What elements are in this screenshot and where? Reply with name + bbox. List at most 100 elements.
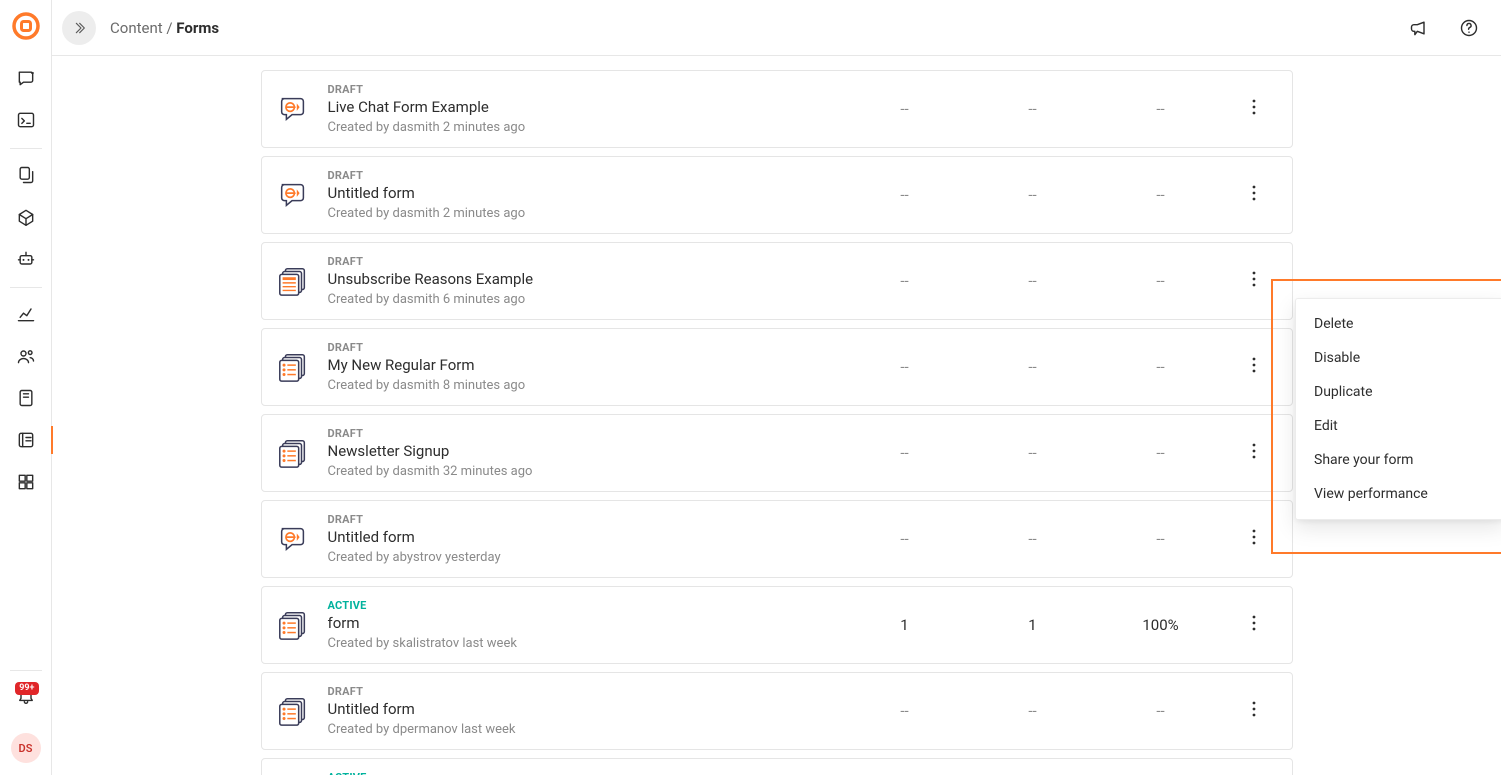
status-badge: DRAFT [328,255,832,268]
nav-package[interactable] [6,197,46,237]
form-title: Unsubscribe Reasons Example [328,270,832,288]
form-title: form [328,614,832,632]
form-meta: Created by dasmith 2 minutes ago [328,206,832,221]
form-row[interactable]: ACTIVE form Created by skalistratov last w… [261,586,1293,664]
form-row-text: DRAFTUnsubscribe Reasons ExampleCreated … [328,255,832,307]
metric-value: 1 [978,616,1088,634]
metric-value: -- [978,186,1088,204]
metric-value: -- [850,100,960,118]
status-badge: DRAFT [328,427,832,440]
row-menu-button[interactable] [1234,437,1274,469]
context-menu-item[interactable]: Disable [1296,341,1501,375]
stack-list-icon [276,350,310,384]
context-menu-item[interactable]: Share your form [1296,443,1501,477]
nav-notifications[interactable]: 99+ [6,677,46,717]
form-row-text: DRAFTNewsletter SignupCreated by dasmith… [328,427,832,479]
row-menu-button[interactable] [1234,265,1274,297]
status-badge: ACTIVE [328,599,832,612]
status-badge: DRAFT [328,341,832,354]
metric-value: -- [850,702,960,720]
form-row[interactable]: DRAFTLive Chat Form ExampleCreated by da… [261,70,1293,148]
form-title: Untitled form [328,700,832,718]
nav-contacts[interactable] [6,336,46,376]
form-row[interactable]: DRAFTUntitled formCreated by dpermanov l… [261,672,1293,750]
status-badge: DRAFT [328,169,832,182]
form-row-text: DRAFTMy New Regular FormCreated by dasmi… [328,341,832,393]
stack-list-icon [276,436,310,470]
announce-icon[interactable] [1401,10,1437,46]
kebab-icon [1242,437,1266,469]
form-title: Live Chat Form Example [328,98,832,116]
forms-list: DRAFT Live Chat Form Example Created by da… [261,70,1293,775]
chat-icon [276,522,310,556]
metric-value: -- [1106,702,1216,720]
breadcrumb-parent[interactable]: Content [110,19,163,37]
metric-value: -- [978,272,1088,290]
form-title: Untitled form [328,184,832,202]
nav-copy[interactable] [6,155,46,195]
metric-value: -- [850,530,960,548]
row-menu-button[interactable] [1234,179,1274,211]
row-menu-button[interactable] [1234,695,1274,727]
content-area: DRAFT Live Chat Form Example Created by da… [52,56,1501,775]
metric-value: 100% [1106,616,1216,634]
stack-list-icon [276,608,310,642]
form-meta: Created by dpermanov last week [328,722,832,737]
form-row[interactable]: DRAFTNewsletter SignupCreated by dasmith… [261,414,1293,492]
row-menu-button[interactable] [1234,523,1274,555]
form-row[interactable]: ACTIVEE-book FormCreated by dasmith 2 we… [261,758,1293,775]
metric-value: -- [850,444,960,462]
expand-sidebar-button[interactable] [62,11,96,45]
form-row[interactable]: DRAFT Untitled form Created by dasmith 2 m… [261,156,1293,234]
row-menu-button[interactable] [1234,351,1274,383]
metric-value: -- [978,100,1088,118]
nav-analytics[interactable] [6,294,46,334]
form-row[interactable]: DRAFTUntitled formCreated by abystrov ye… [261,500,1293,578]
nav-messages[interactable] [6,58,46,98]
status-badge: ACTIVE [328,771,832,775]
form-row-text: DRAFTUntitled formCreated by dpermanov l… [328,685,832,737]
nav-book[interactable] [6,378,46,418]
chat-icon [276,92,310,126]
nav-forms[interactable] [6,420,46,460]
context-menu-item[interactable]: Edit [1296,409,1501,443]
metric-value: -- [850,358,960,376]
nav-terminal[interactable] [6,100,46,140]
nav-grid[interactable] [6,462,46,502]
metric-value: -- [1106,444,1216,462]
app-logo[interactable] [12,12,40,40]
left-sidebar: 99+ DS [0,0,52,775]
metric-value: -- [1106,272,1216,290]
kebab-icon [1242,351,1266,383]
form-row[interactable]: DRAFTUnsubscribe Reasons ExampleCreated … [261,242,1293,320]
metric-value: -- [1106,100,1216,118]
nav-bot[interactable] [6,239,46,279]
kebab-icon [1242,179,1266,211]
kebab-icon [1242,609,1266,641]
context-menu-item[interactable]: Delete [1296,307,1501,341]
form-row-text: DRAFTUntitled formCreated by abystrov ye… [328,513,832,565]
metric-value: -- [978,444,1088,462]
user-avatar[interactable]: DS [11,733,41,763]
row-menu-button[interactable] [1234,609,1274,641]
context-menu-item[interactable]: Duplicate [1296,375,1501,409]
metric-value: -- [1106,358,1216,376]
chat-icon [276,178,310,212]
context-menu-item[interactable]: View performance [1296,477,1501,511]
metric-value: -- [1106,186,1216,204]
metric-value: -- [978,358,1088,376]
stack-form-icon [276,264,310,298]
form-row-text: ACTIVEE-book FormCreated by dasmith 2 we… [328,771,832,775]
form-meta: Created by dasmith 2 minutes ago [328,120,832,135]
form-title: Newsletter Signup [328,442,832,460]
row-menu-button[interactable] [1234,93,1274,125]
form-meta: Created by dasmith 8 minutes ago [328,378,832,393]
form-meta: Created by skalistratov last week [328,636,832,651]
form-row[interactable]: DRAFTMy New Regular FormCreated by dasmi… [261,328,1293,406]
help-icon[interactable] [1451,10,1487,46]
metric-value: -- [850,186,960,204]
metric-value: -- [850,272,960,290]
topbar: Content / Forms [52,0,1501,56]
kebab-icon [1242,523,1266,555]
status-badge: DRAFT [328,513,832,526]
